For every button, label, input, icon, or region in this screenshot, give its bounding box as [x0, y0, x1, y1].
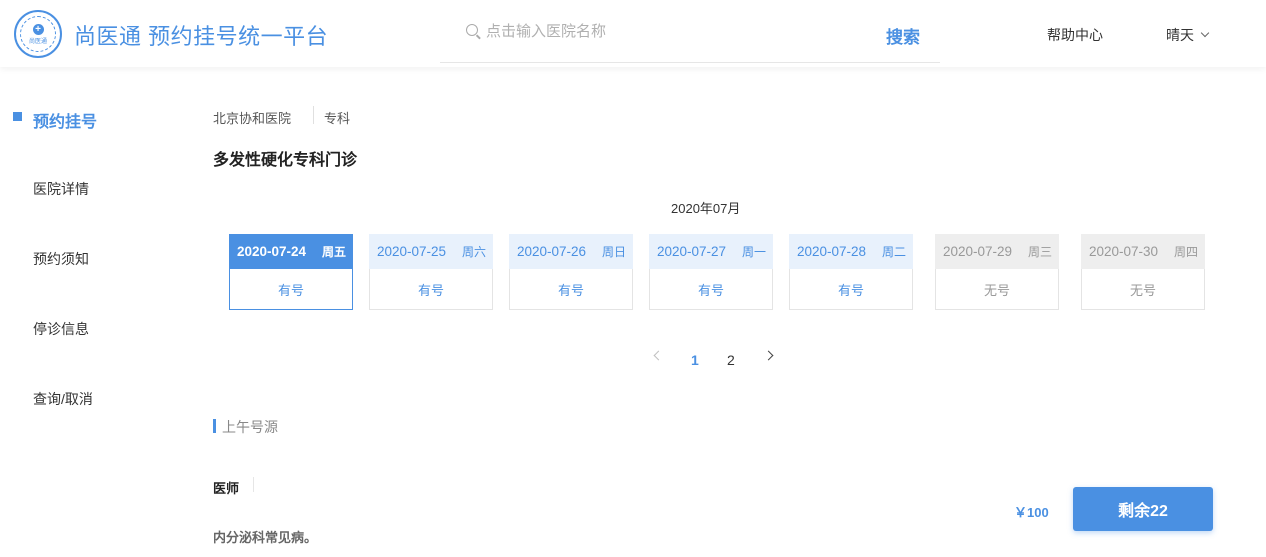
- day-weekday: 周五: [321, 245, 346, 259]
- medical-cross-icon: +: [32, 23, 44, 35]
- day-card-header: 2020-07-27 周一: [649, 234, 773, 269]
- department-title: 多发性硬化专科门诊: [213, 152, 358, 169]
- sidebar-item-notice[interactable]: 预约须知: [33, 249, 89, 269]
- day-card-header: 2020-07-30 周四: [1081, 234, 1205, 269]
- section-title: 上午号源: [222, 419, 278, 435]
- day-card-header: 2020-07-26 周日: [509, 234, 633, 269]
- logo[interactable]: + 尚医通: [14, 10, 62, 58]
- user-menu[interactable]: 晴天: [1166, 25, 1210, 45]
- site-title[interactable]: 尚医通 预约挂号统一平台: [74, 19, 328, 51]
- day-date: 2020-07-26: [517, 244, 587, 259]
- help-center-link[interactable]: 帮助中心: [1047, 25, 1103, 45]
- breadcrumb-category[interactable]: 专科: [324, 108, 350, 127]
- day-status: 有号: [229, 269, 353, 310]
- day-card[interactable]: 2020-07-24 周五 有号: [229, 234, 353, 310]
- search-input[interactable]: [486, 20, 866, 42]
- day-card-header: 2020-07-28 周二: [789, 234, 913, 269]
- pager-page-1[interactable]: 1: [691, 352, 699, 368]
- logo-emblem: + 尚医通: [20, 16, 56, 52]
- pager-page-2[interactable]: 2: [727, 352, 735, 368]
- day-date: 2020-07-24: [237, 244, 307, 259]
- month-label: 2020年07月: [671, 201, 741, 216]
- breadcrumb-divider: [313, 106, 314, 124]
- day-card[interactable]: 2020-07-28 周二 有号: [789, 234, 913, 310]
- day-date: 2020-07-29: [943, 244, 1013, 259]
- search-button[interactable]: 搜索: [886, 23, 920, 48]
- day-card[interactable]: 2020-07-29 周三 无号: [935, 234, 1059, 310]
- day-status: 有号: [789, 269, 913, 310]
- day-date: 2020-07-25: [377, 244, 447, 259]
- top-header: + 尚医通 尚医通 预约挂号统一平台 搜索 帮助中心 晴天: [0, 0, 1266, 67]
- day-date: 2020-07-30: [1089, 244, 1159, 259]
- day-weekday: 周六: [461, 245, 486, 259]
- search-icon: [466, 24, 478, 36]
- price: ￥100: [1014, 505, 1049, 520]
- day-weekday: 周日: [601, 245, 626, 259]
- day-status: 无号: [1081, 269, 1205, 310]
- search-box: [440, 14, 940, 63]
- day-date: 2020-07-27: [657, 244, 727, 259]
- sidebar-item-appointment[interactable]: 预约挂号: [33, 108, 97, 132]
- pager-prev-icon[interactable]: [653, 350, 664, 361]
- pager-next-icon[interactable]: [763, 350, 774, 361]
- day-card-header: 2020-07-24 周五: [229, 234, 353, 269]
- breadcrumb-hospital[interactable]: 北京协和医院: [213, 108, 291, 127]
- remaining-slots-button[interactable]: 剩余22: [1073, 487, 1213, 531]
- day-weekday: 周一: [741, 245, 766, 259]
- logo-text: 尚医通: [28, 38, 47, 45]
- chevron-down-icon: [1200, 28, 1210, 38]
- day-weekday: 周四: [1173, 245, 1198, 259]
- sidebar-item-suspension-info[interactable]: 停诊信息: [33, 319, 89, 339]
- user-name: 晴天: [1166, 27, 1194, 43]
- sidebar-item-hospital-details[interactable]: 医院详情: [33, 179, 89, 199]
- day-date: 2020-07-28: [797, 244, 867, 259]
- day-card[interactable]: 2020-07-30 周四 无号: [1081, 234, 1205, 310]
- sidebar-item-query-cancel[interactable]: 查询/取消: [33, 389, 93, 409]
- doctor-skill: 内分泌科常见病。: [213, 530, 318, 545]
- day-card[interactable]: 2020-07-27 周一 有号: [649, 234, 773, 310]
- day-status: 有号: [509, 269, 633, 310]
- doctor-label: 医师: [213, 481, 240, 496]
- section-marker: [213, 419, 216, 433]
- day-status: 有号: [649, 269, 773, 310]
- doctor-divider: [253, 477, 254, 492]
- day-status: 无号: [935, 269, 1059, 310]
- active-marker: [13, 112, 22, 121]
- day-card[interactable]: 2020-07-26 周日 有号: [509, 234, 633, 310]
- day-card-header: 2020-07-29 周三: [935, 234, 1059, 269]
- day-weekday: 周二: [881, 245, 906, 259]
- day-weekday: 周三: [1027, 245, 1052, 259]
- day-card-header: 2020-07-25 周六: [369, 234, 493, 269]
- day-card[interactable]: 2020-07-25 周六 有号: [369, 234, 493, 310]
- day-status: 有号: [369, 269, 493, 310]
